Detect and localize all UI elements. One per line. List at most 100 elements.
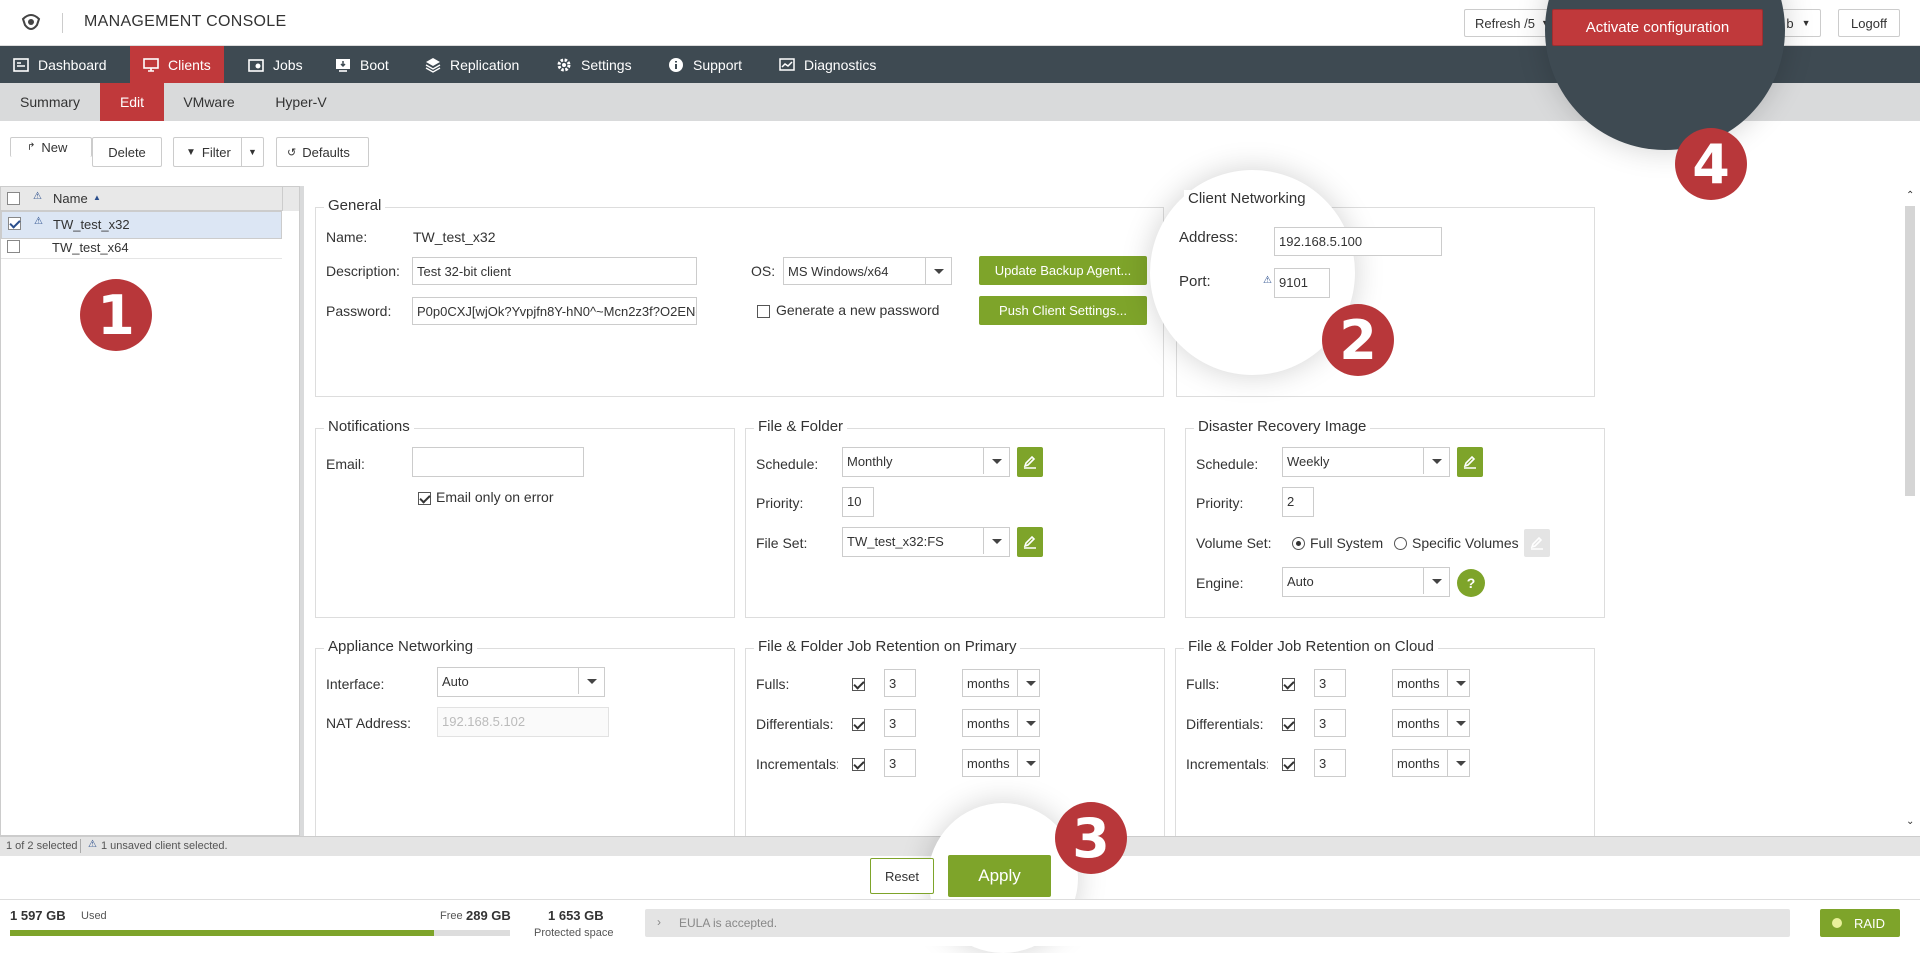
priority-label: Priority: (1196, 495, 1244, 511)
scrollbar[interactable]: ⌃ ⌄ (1902, 190, 1918, 830)
interface-label: Interface: (326, 676, 385, 692)
os-select[interactable]: MS Windows/x64 (783, 257, 952, 285)
general-panel: General Name: TW_test_x32 Description: T… (315, 197, 1164, 397)
schedule-select[interactable]: Monthly (842, 447, 1010, 477)
incrementals-unit-select[interactable]: months (962, 749, 1040, 777)
address-field[interactable]: 192.168.5.100 (1274, 227, 1442, 256)
eula-bar[interactable]: › EULA is accepted. (645, 909, 1790, 937)
fulls-checkbox[interactable] (1282, 678, 1295, 691)
reset-button[interactable]: Reset (870, 858, 934, 894)
email-on-error-checkbox[interactable] (418, 492, 431, 505)
new-button[interactable]: ↱ New (10, 137, 92, 157)
nav-boot[interactable]: Boot (322, 46, 402, 83)
engine-select[interactable]: Auto (1282, 567, 1450, 597)
activate-configuration-button[interactable]: Activate configuration (1552, 9, 1763, 46)
row-checkbox[interactable] (7, 240, 20, 253)
email-field[interactable] (412, 447, 584, 477)
differentials-unit-select[interactable]: months (962, 709, 1040, 737)
tab-hyperv[interactable]: Hyper-V (254, 83, 348, 121)
nat-address-field[interactable]: 192.168.5.102 (437, 707, 609, 737)
delete-button[interactable]: Delete (92, 137, 162, 167)
tab-vmware[interactable]: VMware (164, 83, 254, 121)
fulls-unit-select[interactable]: months (1392, 669, 1470, 697)
splitter[interactable] (300, 186, 304, 836)
raid-status-badge[interactable]: RAID (1820, 909, 1900, 937)
fulls-field[interactable]: 3 (884, 669, 916, 697)
dri-priority-field[interactable]: 2 (1282, 487, 1314, 517)
scrollbar-corner (282, 187, 299, 211)
specific-volumes-radio[interactable] (1394, 537, 1407, 550)
nav-clients[interactable]: Clients (130, 46, 224, 83)
fulls-field[interactable]: 3 (1314, 669, 1346, 697)
reset-icon: ↺ (287, 146, 297, 159)
help-icon[interactable]: ? (1457, 569, 1485, 597)
select-all-checkbox[interactable] (7, 192, 20, 205)
name-column-header[interactable]: Name (53, 191, 88, 206)
incrementals-checkbox[interactable] (1282, 758, 1295, 771)
nav-replication[interactable]: Replication (412, 46, 532, 83)
volume-set-label: Volume Set: (1196, 535, 1272, 551)
differentials-field[interactable]: 3 (884, 709, 916, 737)
warning-icon: ⚠ (34, 216, 43, 227)
chevron-up-icon: ⌃ (1906, 190, 1915, 201)
logoff-button[interactable]: Logoff (1838, 9, 1900, 37)
fulls-unit-select[interactable]: months (962, 669, 1040, 697)
fulls-label: Fulls: (1186, 676, 1220, 692)
generate-password-checkbox[interactable] (757, 305, 770, 318)
push-client-settings-button[interactable]: Push Client Settings... (979, 296, 1147, 325)
full-system-radio[interactable] (1292, 537, 1305, 550)
fileset-select[interactable]: TW_test_x32:FS (842, 527, 1010, 557)
edit-dri-schedule-button[interactable] (1457, 447, 1483, 477)
nav-settings[interactable]: Settings (543, 46, 645, 83)
nav-diagnostics[interactable]: Diagnostics (766, 46, 889, 83)
nav-dashboard[interactable]: Dashboard (0, 46, 120, 83)
panel-title: General (324, 197, 386, 214)
selection-count: 1 of 2 selected (6, 840, 78, 852)
incrementals-unit-select[interactable]: months (1392, 749, 1470, 777)
defaults-button[interactable]: ↺ Defaults (276, 137, 369, 167)
filter-button[interactable]: ▼ Filter ▼ (173, 137, 264, 167)
port-field[interactable]: 9101 (1274, 268, 1330, 298)
name-value: TW_test_x32 (413, 229, 496, 245)
edit-volumes-button[interactable] (1524, 529, 1550, 557)
email-on-error-label: Email only on error (436, 489, 554, 505)
update-backup-agent-button[interactable]: Update Backup Agent... (979, 256, 1147, 285)
differentials-unit-select[interactable]: months (1392, 709, 1470, 737)
new-icon: ↱ (27, 142, 36, 153)
chevron-down-icon: ⌄ (1906, 816, 1915, 827)
panel-title: Client Networking (1184, 190, 1310, 207)
tab-summary[interactable]: Summary (0, 83, 100, 121)
dri-schedule-select[interactable]: Weekly (1282, 447, 1450, 477)
name-label: Name: (326, 229, 368, 245)
incrementals-checkbox[interactable] (852, 758, 865, 771)
edit-schedule-button[interactable] (1017, 447, 1043, 477)
apply-button[interactable]: Apply (948, 855, 1051, 897)
scrollbar-thumb[interactable] (1905, 206, 1915, 496)
refresh-label: Refresh /5 (1475, 15, 1535, 31)
incrementals-field[interactable]: 3 (884, 749, 916, 777)
logo-icon (21, 14, 41, 30)
differentials-field[interactable]: 3 (1314, 709, 1346, 737)
raid-label: RAID (1854, 916, 1886, 931)
fulls-checkbox[interactable] (852, 678, 865, 691)
nav-jobs[interactable]: Jobs (235, 46, 316, 83)
nav-support[interactable]: Support (655, 46, 755, 83)
edit-fileset-button[interactable] (1017, 527, 1043, 557)
chevron-down-icon (1017, 750, 1039, 776)
chevron-down-icon (1423, 448, 1449, 474)
tab-edit[interactable]: Edit (100, 83, 164, 121)
interface-select[interactable]: Auto (437, 667, 605, 697)
panel-title: Notifications (324, 418, 414, 435)
protected-label: Protected space (534, 927, 614, 939)
list-header: ⚠ Name ▲ (1, 187, 282, 211)
password-field[interactable]: P0p0CXJ[wjOk?Yvpjfn8Y-hN0^~Mcn2z3f?O2ENd… (412, 297, 697, 325)
incrementals-field[interactable]: 3 (1314, 749, 1346, 777)
differentials-checkbox[interactable] (1282, 718, 1295, 731)
refresh-button[interactable]: Refresh /5▼ (1464, 9, 1556, 37)
differentials-checkbox[interactable] (852, 718, 865, 731)
list-item[interactable]: TW_test_x64 (1, 235, 282, 259)
description-field[interactable]: Test 32-bit client (412, 257, 697, 285)
row-checkbox[interactable] (8, 217, 21, 230)
priority-field[interactable]: 10 (842, 487, 874, 517)
callout-badge-1: 1 (80, 279, 152, 351)
